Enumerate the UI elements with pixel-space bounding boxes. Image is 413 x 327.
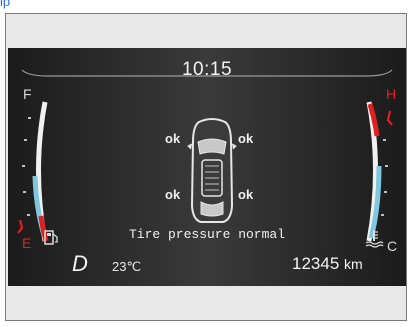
- outside-temperature: 23℃: [112, 259, 142, 274]
- tire-front-right-status: ok: [238, 131, 254, 146]
- corner-label: ip: [0, 0, 11, 9]
- instrument-display: 10:15 F E H C ok ok ok ok Tire pressure …: [8, 48, 406, 286]
- tire-pressure-status-message: Tire pressure normal: [128, 227, 286, 242]
- tire-rear-right-status: ok: [238, 187, 254, 202]
- odometer: 12345 km: [292, 254, 363, 274]
- temp-hot-label: H: [386, 86, 397, 102]
- fuel-full-label: F: [23, 86, 32, 102]
- tire-rear-left-status: ok: [165, 187, 181, 202]
- odometer-value: 12345: [292, 254, 340, 273]
- odometer-unit: km: [344, 256, 363, 272]
- tire-front-left-status: ok: [165, 131, 181, 146]
- gear-indicator: D: [72, 251, 88, 276]
- car-top-view-icon: [187, 118, 237, 223]
